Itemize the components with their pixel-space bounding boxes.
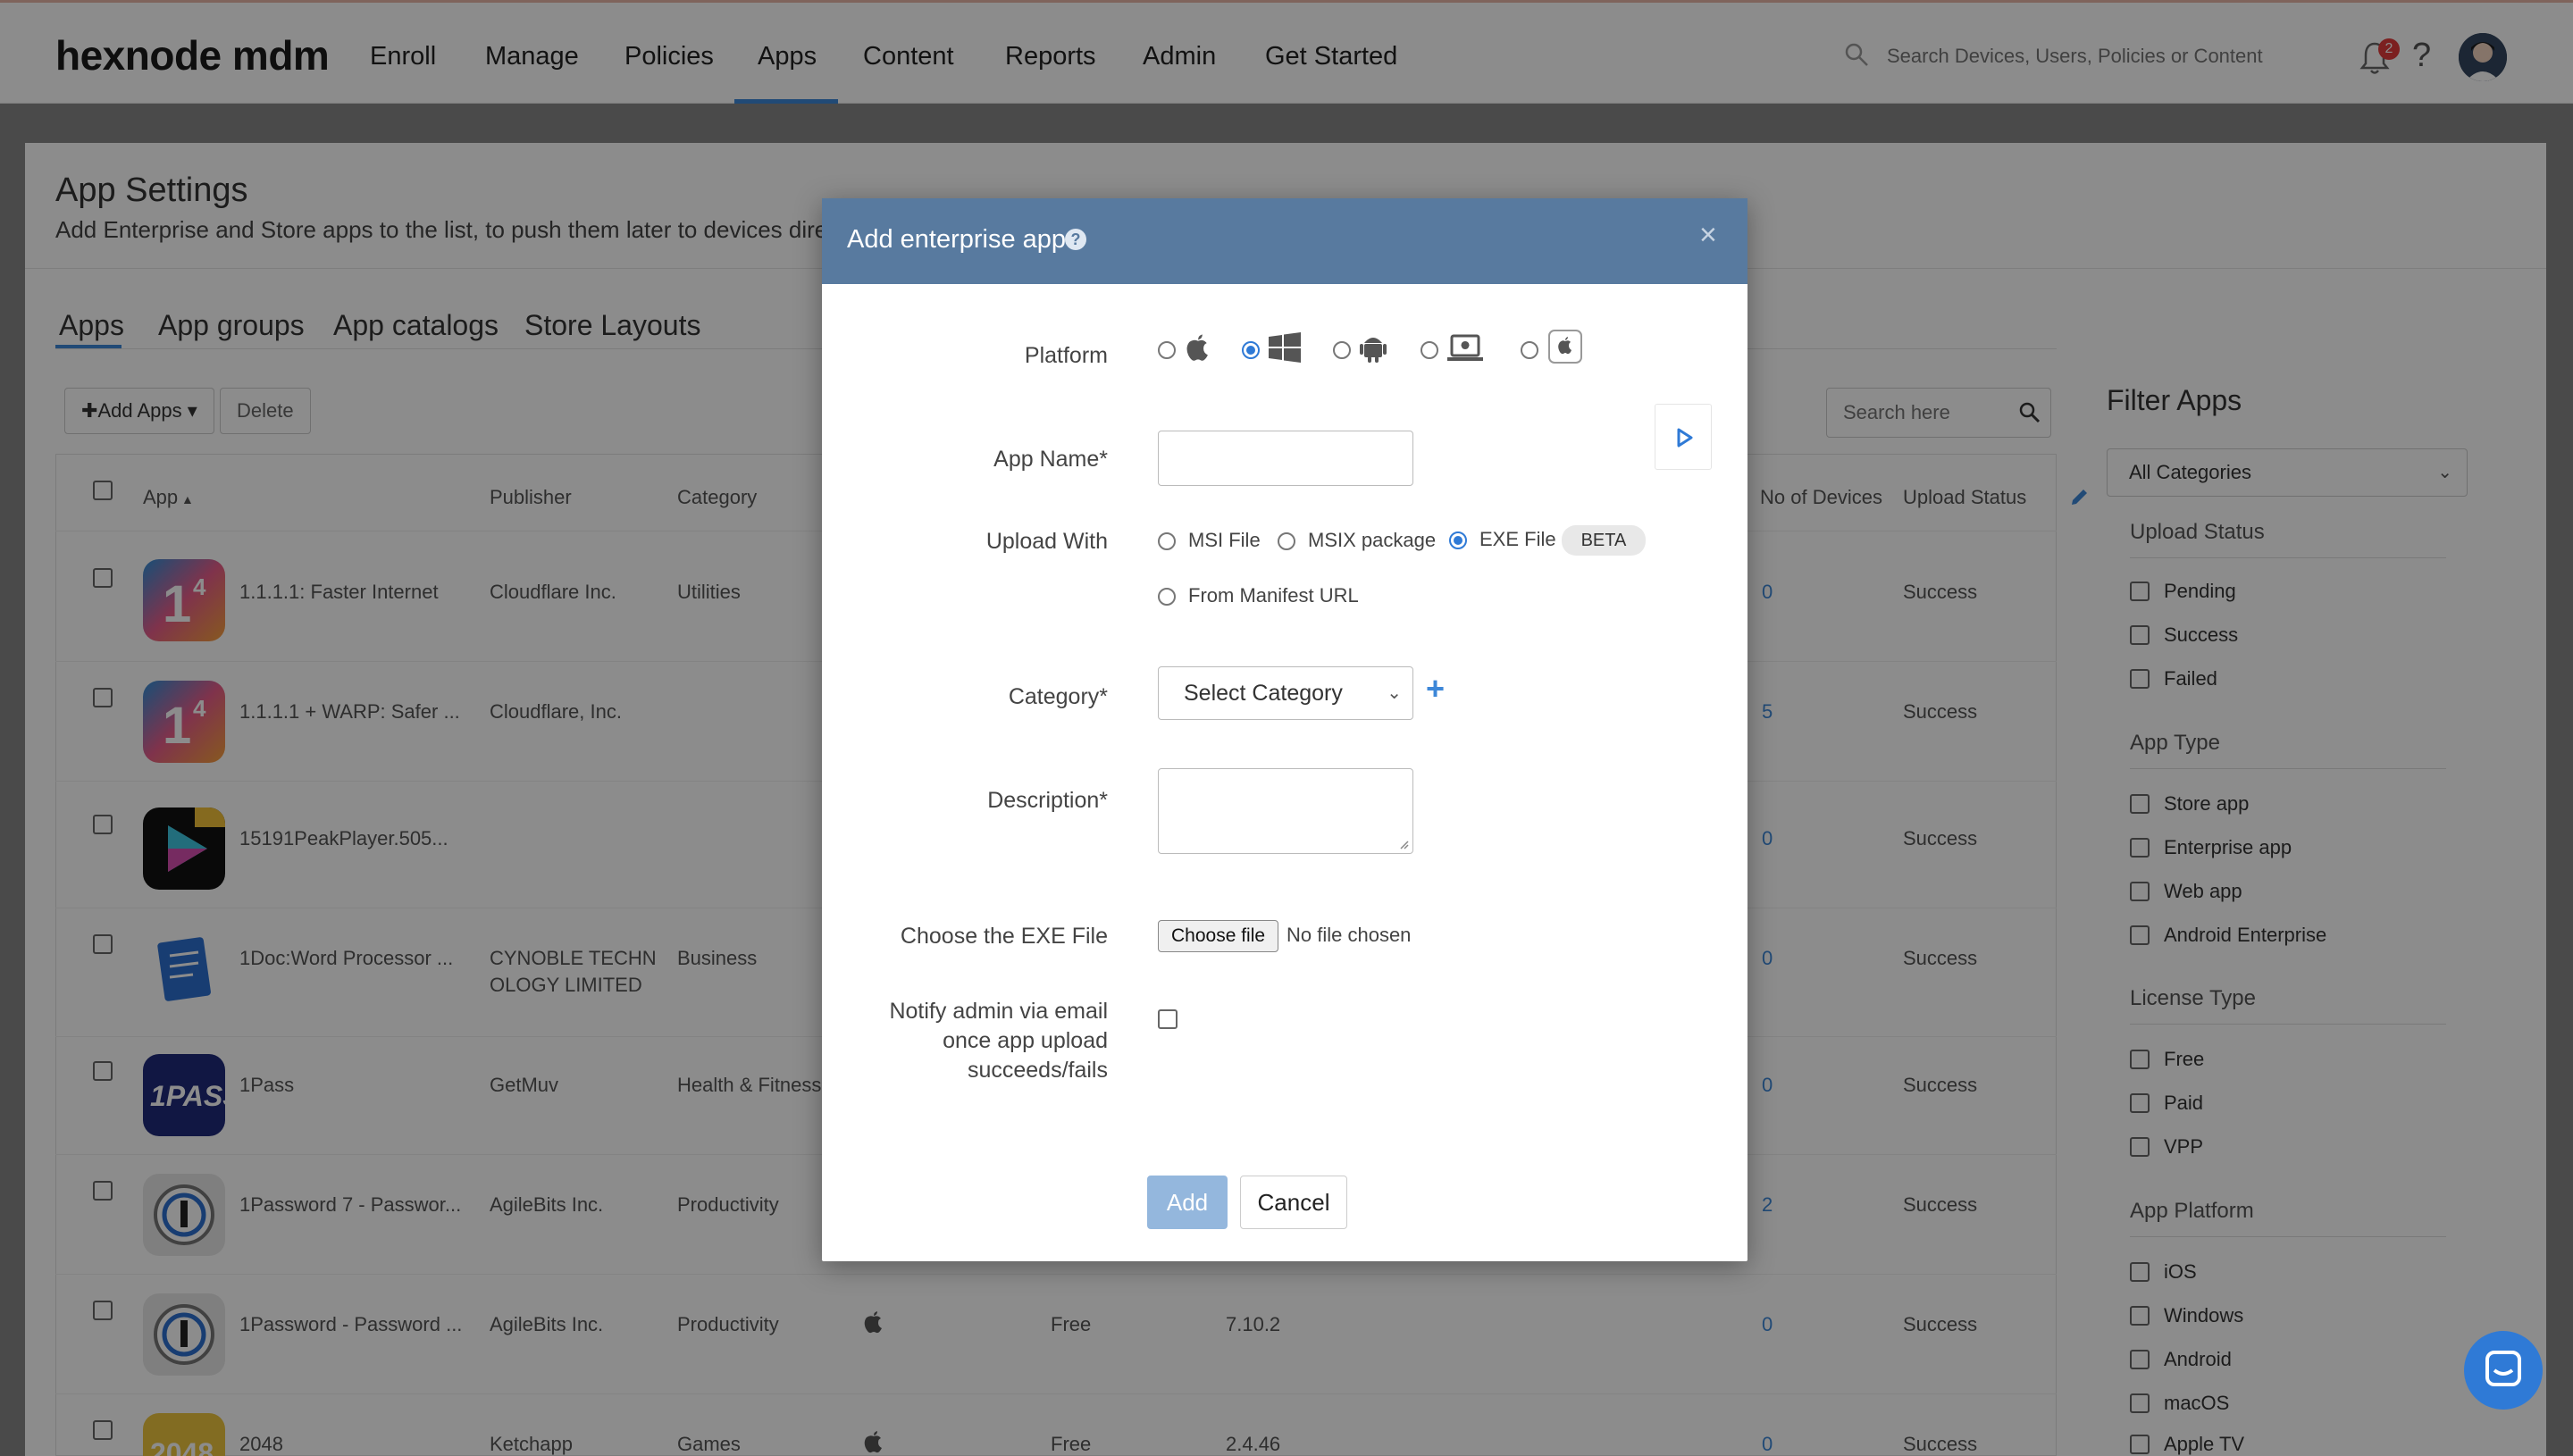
platform-option-windows[interactable] <box>1242 332 1313 368</box>
platform-label: Platform <box>1024 343 1108 368</box>
resize-handle-icon[interactable] <box>1398 839 1409 849</box>
notify-admin-checkbox[interactable] <box>1158 1009 1178 1029</box>
notify-admin-label-2: once app upload <box>943 1028 1108 1053</box>
description-label: Description* <box>987 788 1108 813</box>
upload-option-exe[interactable]: EXE File BETA <box>1449 525 1647 556</box>
category-label: Category* <box>1008 684 1108 709</box>
add-enterprise-app-modal: Add enterprise app ? × Platform App Name… <box>822 198 1747 1261</box>
description-textarea[interactable] <box>1158 768 1413 854</box>
chat-launcher[interactable] <box>2464 1331 2543 1410</box>
cancel-button[interactable]: Cancel <box>1240 1176 1347 1229</box>
upload-option-msi[interactable]: MSI File <box>1158 529 1261 552</box>
category-select[interactable]: Select Category ⌄ <box>1158 666 1413 720</box>
upload-option-manifest-url[interactable]: From Manifest URL <box>1158 584 1359 607</box>
choose-file-button[interactable]: Choose file <box>1158 920 1279 952</box>
beta-badge: BETA <box>1561 525 1647 556</box>
app-name-input[interactable] <box>1158 431 1413 486</box>
platform-option-macos[interactable] <box>1421 332 1492 368</box>
upload-option-msix[interactable]: MSIX package <box>1278 529 1436 552</box>
android-icon <box>1360 338 1387 363</box>
no-file-chosen-text: No file chosen <box>1286 924 1412 946</box>
play-icon <box>1677 428 1693 448</box>
platform-option-android[interactable] <box>1333 332 1397 368</box>
upload-with-label: Upload With <box>985 529 1108 554</box>
add-button[interactable]: Add <box>1147 1176 1228 1229</box>
help-icon[interactable]: ? <box>1065 229 1086 250</box>
play-tutorial-button[interactable] <box>1655 404 1712 470</box>
chat-icon <box>2485 1351 2521 1386</box>
notify-admin-label-3: succeeds/fails <box>967 1058 1108 1083</box>
choose-exe-label: Choose the EXE File <box>900 924 1108 949</box>
close-icon[interactable]: × <box>1699 218 1717 253</box>
platform-option-ios[interactable] <box>1158 332 1220 368</box>
apple-tv-icon <box>1548 330 1582 364</box>
windows-icon <box>1269 332 1301 363</box>
app-name-label: App Name* <box>993 447 1108 472</box>
platform-option-appletv[interactable] <box>1521 330 1592 368</box>
notify-admin-label-1: Notify admin via email <box>889 999 1108 1024</box>
laptop-icon <box>1447 334 1483 361</box>
chevron-down-icon: ⌄ <box>1387 683 1402 703</box>
apple-icon <box>1186 334 1208 361</box>
modal-header: Add enterprise app ? × <box>822 198 1747 284</box>
modal-title: Add enterprise app <box>847 225 1067 254</box>
add-category-plus-icon[interactable]: + <box>1426 670 1445 707</box>
